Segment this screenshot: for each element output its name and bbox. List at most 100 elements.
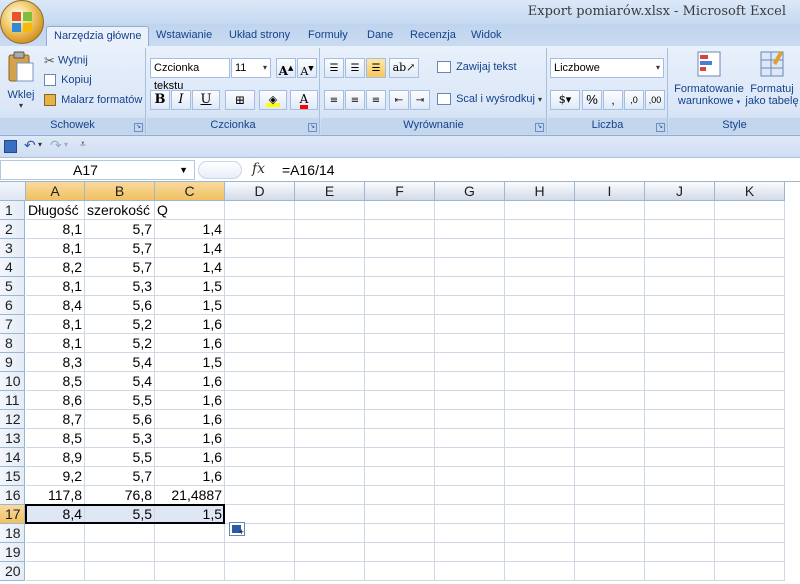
cell[interactable]: [435, 239, 505, 258]
cell[interactable]: [225, 391, 295, 410]
comma-style-button[interactable]: ,: [603, 90, 623, 110]
cell[interactable]: [575, 391, 645, 410]
cell[interactable]: [295, 353, 365, 372]
cell[interactable]: [85, 543, 155, 562]
cell[interactable]: [295, 315, 365, 334]
cell[interactable]: [715, 258, 785, 277]
cell[interactable]: [715, 467, 785, 486]
cell[interactable]: 8,5: [26, 429, 85, 448]
tab-data[interactable]: Dane: [367, 26, 393, 46]
cell[interactable]: [575, 258, 645, 277]
cell[interactable]: 1,4: [155, 220, 225, 239]
cell[interactable]: [435, 258, 505, 277]
cell[interactable]: 9,2: [26, 467, 85, 486]
font-dialog-launcher[interactable]: ↘: [308, 123, 317, 132]
cell[interactable]: [575, 315, 645, 334]
align-top-button[interactable]: ☰: [324, 58, 344, 78]
cell[interactable]: [715, 410, 785, 429]
cell[interactable]: [645, 353, 715, 372]
cell[interactable]: [575, 296, 645, 315]
cell[interactable]: [505, 334, 575, 353]
row-header[interactable]: 15: [0, 467, 25, 486]
column-header-i[interactable]: I: [575, 182, 645, 201]
cell[interactable]: [575, 277, 645, 296]
cell[interactable]: [435, 543, 505, 562]
cell[interactable]: [435, 353, 505, 372]
cell[interactable]: [575, 372, 645, 391]
cell[interactable]: [645, 372, 715, 391]
row-header[interactable]: 13: [0, 429, 25, 448]
cell[interactable]: [715, 201, 785, 220]
tab-review[interactable]: Recenzja: [410, 26, 456, 46]
cell[interactable]: [645, 239, 715, 258]
number-format-select[interactable]: Liczbowe ▾: [550, 58, 664, 78]
cell[interactable]: [645, 524, 715, 543]
cell[interactable]: 1,6: [155, 429, 225, 448]
cell[interactable]: [505, 258, 575, 277]
align-left-button[interactable]: ≡: [324, 90, 344, 110]
font-name-select[interactable]: Czcionka tekstu: [150, 58, 230, 92]
row-header[interactable]: 9: [0, 353, 25, 372]
name-box[interactable]: A17 ▼: [0, 160, 195, 180]
cell[interactable]: [505, 220, 575, 239]
cell[interactable]: szerokość: [85, 201, 155, 220]
column-header-b[interactable]: B: [85, 182, 155, 201]
align-center-button[interactable]: ≡: [345, 90, 365, 110]
column-header-f[interactable]: F: [365, 182, 435, 201]
cell[interactable]: [645, 410, 715, 429]
cell[interactable]: Q: [155, 201, 225, 220]
cell[interactable]: [365, 410, 435, 429]
cell[interactable]: 5,7: [85, 467, 155, 486]
cell[interactable]: [435, 391, 505, 410]
cell[interactable]: 1,6: [155, 315, 225, 334]
cell[interactable]: [645, 486, 715, 505]
cell[interactable]: [295, 296, 365, 315]
cell[interactable]: [435, 467, 505, 486]
cell[interactable]: 1,5: [155, 277, 225, 296]
row-header[interactable]: 17: [0, 505, 25, 524]
cell[interactable]: [715, 353, 785, 372]
cell[interactable]: [575, 505, 645, 524]
cell[interactable]: 5,7: [85, 258, 155, 277]
cell[interactable]: [645, 277, 715, 296]
row-header[interactable]: 20: [0, 562, 25, 581]
shrink-font-button[interactable]: A▼: [297, 58, 317, 78]
tab-insert[interactable]: Wstawianie: [156, 26, 212, 46]
cell[interactable]: [645, 296, 715, 315]
fill-color-button[interactable]: ◈: [259, 90, 287, 110]
cell[interactable]: [225, 201, 295, 220]
row-header[interactable]: 18: [0, 524, 25, 543]
cell[interactable]: [365, 277, 435, 296]
row-header[interactable]: 5: [0, 277, 25, 296]
tab-page-layout[interactable]: Układ strony: [229, 26, 290, 46]
italic-button[interactable]: I: [171, 90, 191, 110]
cell[interactable]: 1,6: [155, 410, 225, 429]
cell[interactable]: [365, 448, 435, 467]
formula-input[interactable]: =A16/14: [282, 160, 335, 180]
cell[interactable]: 1,6: [155, 467, 225, 486]
cell[interactable]: [225, 410, 295, 429]
cell[interactable]: [435, 448, 505, 467]
cell[interactable]: [435, 201, 505, 220]
cell[interactable]: [435, 315, 505, 334]
cell[interactable]: [365, 372, 435, 391]
row-header[interactable]: 10: [0, 372, 25, 391]
copy-button[interactable]: Kopiuj: [44, 71, 92, 91]
cell[interactable]: [505, 429, 575, 448]
cell[interactable]: [505, 201, 575, 220]
cell[interactable]: [435, 220, 505, 239]
cell[interactable]: [225, 239, 295, 258]
cell[interactable]: [295, 391, 365, 410]
formula-bar-handle[interactable]: [198, 161, 242, 179]
cell[interactable]: [715, 448, 785, 467]
cell[interactable]: [575, 486, 645, 505]
row-header[interactable]: 7: [0, 315, 25, 334]
cell[interactable]: [295, 505, 365, 524]
cell[interactable]: 5,6: [85, 410, 155, 429]
row-header[interactable]: 12: [0, 410, 25, 429]
cell[interactable]: [575, 239, 645, 258]
select-all-corner[interactable]: [0, 182, 26, 201]
cell[interactable]: 8,4: [26, 296, 85, 315]
row-header[interactable]: 6: [0, 296, 25, 315]
underline-button[interactable]: U: [192, 90, 220, 110]
